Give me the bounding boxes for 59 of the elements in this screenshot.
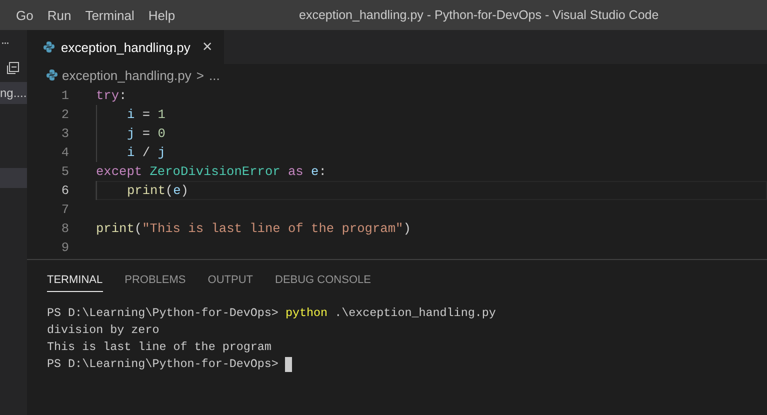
code-variable: e bbox=[310, 163, 319, 181]
terminal-text: PS D:\Learning\Python-for-DevOps> bbox=[47, 356, 280, 373]
sidebar-row-highlight bbox=[0, 168, 27, 188]
code-variable: i bbox=[127, 144, 135, 162]
line-number: 4 bbox=[60, 145, 69, 160]
panel-tab[interactable]: TERMINAL bbox=[47, 268, 103, 292]
line-number: 8 bbox=[60, 221, 69, 236]
code-number: 0 bbox=[158, 125, 166, 143]
line-number: 2 bbox=[60, 107, 69, 122]
line-number: 6 bbox=[60, 183, 69, 198]
code-text: = bbox=[141, 106, 152, 124]
panel-tab[interactable]: PROBLEMS bbox=[124, 268, 186, 292]
code-text: ) bbox=[403, 220, 411, 238]
panel-tab[interactable]: OUTPUT bbox=[208, 268, 253, 292]
terminal-command: python bbox=[285, 305, 328, 322]
line-number: 9 bbox=[60, 240, 69, 255]
window-title: exception_handling.py - Python-for-DevOps - Visual Studio Code bbox=[299, 8, 659, 22]
code-function: print bbox=[127, 182, 166, 200]
code-text: : bbox=[119, 87, 127, 105]
code-text: = bbox=[141, 125, 152, 143]
menu-item[interactable]: Help bbox=[141, 8, 182, 22]
line-number: 3 bbox=[60, 126, 69, 141]
terminal-text: .\exception_handling.py bbox=[334, 305, 496, 322]
line-number: 7 bbox=[60, 202, 69, 217]
code-text: : bbox=[318, 163, 326, 181]
python-file-icon bbox=[43, 41, 55, 53]
code-text: ) bbox=[180, 182, 188, 200]
code-keyword: as bbox=[286, 163, 304, 181]
code-keyword: try bbox=[96, 87, 120, 105]
code-variable: j bbox=[158, 144, 166, 162]
python-file-icon bbox=[46, 69, 58, 81]
more-icon[interactable]: ··· bbox=[0, 30, 27, 58]
code-function: print bbox=[96, 220, 134, 238]
file-item[interactable]: ng.... bbox=[0, 82, 27, 104]
line-number: 5 bbox=[60, 164, 69, 179]
close-icon[interactable]: × bbox=[202, 37, 212, 57]
terminal-text: division by zero bbox=[47, 322, 160, 339]
code-string: "This is last line of the program" bbox=[142, 220, 404, 238]
code-text: / bbox=[141, 144, 152, 162]
collapse-all-icon[interactable] bbox=[6, 61, 20, 75]
code-variable: i bbox=[127, 106, 135, 124]
breadcrumb-item[interactable]: exception_handling.py bbox=[62, 68, 192, 82]
line-number: 1 bbox=[60, 88, 69, 103]
breadcrumb-item[interactable]: ... bbox=[208, 68, 220, 82]
terminal-text: This is last line of the program bbox=[47, 339, 272, 356]
panel-tab[interactable]: DEBUG CONSOLE bbox=[275, 268, 371, 292]
code-variable: e bbox=[173, 182, 181, 200]
code-text: ( bbox=[134, 220, 142, 238]
code-text: ( bbox=[165, 182, 174, 200]
code-number: 1 bbox=[158, 106, 166, 124]
editor-tab[interactable]: exception_handling.py × bbox=[27, 30, 224, 64]
terminal-text: PS D:\Learning\Python-for-DevOps> bbox=[47, 305, 280, 322]
menu-item[interactable]: Terminal bbox=[78, 8, 142, 22]
code-keyword: except bbox=[96, 163, 142, 181]
menu-item[interactable]: Run bbox=[40, 8, 78, 22]
menu-item[interactable]: Go bbox=[9, 8, 40, 22]
code-variable: j bbox=[127, 125, 135, 143]
code-class-name: ZeroDivisionError bbox=[148, 163, 280, 181]
breadcrumb-separator: > bbox=[196, 68, 204, 82]
